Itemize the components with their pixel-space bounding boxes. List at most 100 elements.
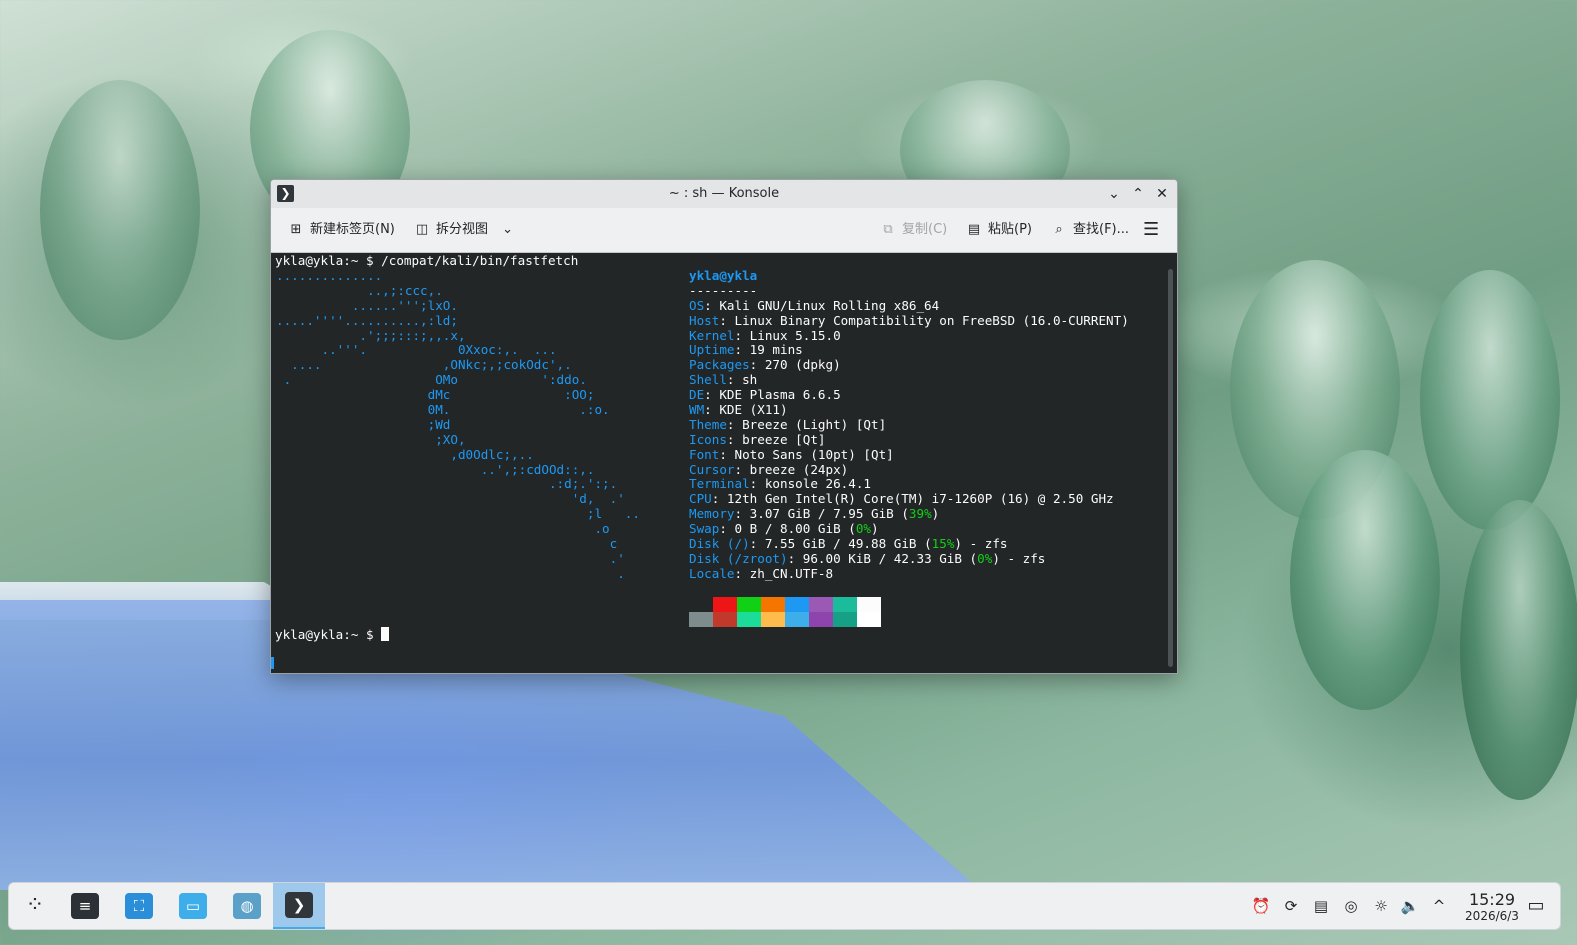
file-manager-icon: ▭ — [179, 893, 207, 919]
notifications-icon[interactable]: ⏰ — [1250, 895, 1272, 917]
palette-swatch — [857, 612, 881, 627]
close-button[interactable]: ✕ — [1151, 183, 1173, 205]
logo-line: .............. — [276, 268, 383, 283]
hamburger-menu-button[interactable]: ☰ — [1143, 219, 1159, 241]
konsole-task-button[interactable]: ❯ — [273, 883, 325, 929]
logo-line: c — [276, 536, 618, 552]
hamburger-menu-icon: ☰ — [1143, 219, 1160, 240]
show-hidden-icon[interactable]: ^ — [1428, 895, 1450, 917]
logo-line: 0M. .:o. — [276, 402, 610, 418]
new-tab-button[interactable]: ⊞ 新建标签页(N) — [287, 219, 395, 241]
palette-swatch — [761, 612, 785, 627]
text-cursor — [381, 627, 390, 641]
info-row: Theme: Breeze (Light) [Qt] — [689, 416, 887, 432]
logo-line: ..,;:ccc,. — [276, 282, 443, 298]
wallpaper-tree — [40, 80, 200, 340]
taskbar-panel: ⁘ ≡ ⛶ ▭ ◍ ❯ ⏰ ⟳ ▤ ◎ ☼ 🔈 ^ 15:29 2026/6/3 ▭ — [8, 882, 1561, 930]
user-host: ykla@ykla — [689, 268, 758, 283]
palette-swatch — [809, 612, 833, 627]
info-row: Uptime: 19 mins — [689, 342, 803, 358]
command-line: ykla@ykla:~ $ /compat/kali/bin/fastfetch — [275, 253, 579, 268]
info-row: Shell: sh — [689, 372, 758, 388]
logo-line: . OMo ':ddo. — [276, 372, 587, 388]
clock-time[interactable]: 15:29 — [1457, 890, 1527, 909]
web-browser-button[interactable]: ◍ — [221, 883, 273, 929]
info-row-memory: Memory: 3.07 GiB / 7.95 GiB (39%) — [689, 506, 940, 522]
file-manager-button[interactable]: ▭ — [167, 883, 219, 929]
window-title: ~ : sh — Konsole — [668, 186, 780, 201]
logo-line: ..'''. 0Xxoc:,. ... — [276, 342, 557, 358]
volume-icon[interactable]: 🔈 — [1399, 895, 1421, 917]
palette-swatch — [737, 612, 761, 627]
discover-store-button[interactable]: ⛶ — [113, 883, 165, 929]
info-row: Host: Linux Binary Compatibility on Free… — [689, 312, 1129, 328]
info-row: CPU: 12th Gen Intel(R) Core(TM) i7-1260P… — [689, 491, 1114, 507]
info-row: Icons: breeze [Qt] — [689, 431, 826, 447]
logo-line: .....''''..........,:ld; — [276, 312, 458, 328]
minimize-button[interactable]: ⌄ — [1103, 183, 1125, 205]
info-row: Font: Noto Sans (10pt) [Qt] — [689, 446, 894, 462]
prompt-line: ykla@ykla:~ $ — [275, 627, 390, 643]
ascii-logo: .............. ..,;:ccc,. ......''';lxO.… — [276, 268, 640, 582]
logo-line: dMc :OO; — [276, 387, 595, 403]
new-tab-icon: ⊞ — [290, 222, 302, 237]
chevron-down-icon[interactable]: ⌄ — [502, 222, 513, 237]
palette-swatch — [785, 597, 809, 612]
logo-line: ;Wd — [276, 416, 451, 432]
application-launcher-button[interactable]: ⁘ — [9, 883, 61, 929]
palette-swatch — [713, 612, 737, 627]
copy-icon: ⧉ — [883, 222, 893, 237]
scrollbar[interactable] — [1168, 269, 1173, 667]
wallpaper-tree — [1420, 270, 1560, 530]
info-row-disk-root: Disk (/): 7.55 GiB / 49.88 GiB (15%) - z… — [689, 536, 1008, 552]
palette-swatch — [713, 597, 737, 612]
palette-swatch — [737, 597, 761, 612]
info-row: OS: Kali GNU/Linux Rolling x86_64 — [689, 297, 940, 313]
system-info: ykla@ykla --------- OS: Kali GNU/Linux R… — [689, 268, 1129, 582]
update-icon[interactable]: ⟳ — [1280, 895, 1302, 917]
konsole-window[interactable]: ❯ ~ : sh — Konsole ⌄ ⌃ ✕ ⊞ 新建标签页(N) ◫ 拆分视图… — [270, 179, 1178, 674]
brightness-icon[interactable]: ☼ — [1370, 895, 1392, 917]
info-row-locale: Locale: zh_CN.UTF-8 — [689, 565, 834, 581]
info-row: Cursor: breeze (24px) — [689, 461, 849, 477]
logo-line: ;XO, — [276, 431, 466, 447]
split-view-button[interactable]: ◫ 拆分视图 ⌄ — [413, 219, 513, 241]
info-row: DE: KDE Plasma 6.6.5 — [689, 387, 841, 403]
info-row-disk-zroot: Disk (/zroot): 96.00 KiB / 42.33 GiB (0%… — [689, 550, 1046, 566]
logo-line: ;l .. — [276, 506, 640, 522]
palette-swatch — [809, 597, 833, 612]
info-row: Packages: 270 (dpkg) — [689, 357, 841, 373]
search-icon: ⌕ — [1055, 222, 1063, 237]
palette-swatch — [857, 597, 881, 612]
logo-line: . — [276, 565, 625, 581]
info-row: Kernel: Linux 5.15.0 — [689, 327, 841, 343]
logo-line: .o — [276, 521, 610, 537]
paste-button[interactable]: ▤ 粘贴(P) — [965, 219, 1032, 241]
copy-label: 复制(C) — [902, 222, 948, 237]
clock-date[interactable]: 2026/6/3 — [1457, 909, 1527, 923]
logo-line: .';;;:::;,,.x, — [276, 327, 466, 343]
info-row: WM: KDE (X11) — [689, 402, 788, 418]
logo-line: .:d;.':;. — [276, 476, 618, 492]
application-launcher-icon: ⁘ — [21, 893, 49, 919]
find-button[interactable]: ⌕ 查找(F)... — [1050, 219, 1129, 241]
color-palette — [689, 597, 881, 627]
discover-store-icon: ⛶ — [125, 893, 153, 919]
media-icon[interactable]: ◎ — [1340, 895, 1362, 917]
find-label: 查找(F)... — [1073, 222, 1130, 237]
konsole-task-icon: ❯ — [285, 892, 313, 918]
system-settings-button[interactable]: ≡ — [59, 883, 111, 929]
clipboard-icon[interactable]: ▤ — [1310, 895, 1332, 917]
terminal-view[interactable]: ykla@ykla:~ $ /compat/kali/bin/fastfetch… — [271, 253, 1177, 673]
copy-button[interactable]: ⧉ 复制(C) — [879, 219, 947, 241]
prompt: ykla@ykla:~ $ — [275, 627, 382, 642]
split-view-icon: ◫ — [415, 222, 429, 237]
title-bar[interactable]: ❯ ~ : sh — Konsole ⌄ ⌃ ✕ — [271, 180, 1177, 208]
palette-swatch — [833, 612, 857, 627]
toolbar: ⊞ 新建标签页(N) ◫ 拆分视图 ⌄ ⧉ 复制(C) ▤ 粘贴(P) ⌕ 查找(F)..… — [271, 208, 1177, 253]
show-desktop-button[interactable]: ▭ — [1525, 895, 1547, 917]
maximize-button[interactable]: ⌃ — [1127, 183, 1149, 205]
palette-swatch — [761, 597, 785, 612]
logo-line: .' — [276, 550, 625, 566]
logo-line: ..',;:cdOOd::,. — [276, 461, 595, 477]
